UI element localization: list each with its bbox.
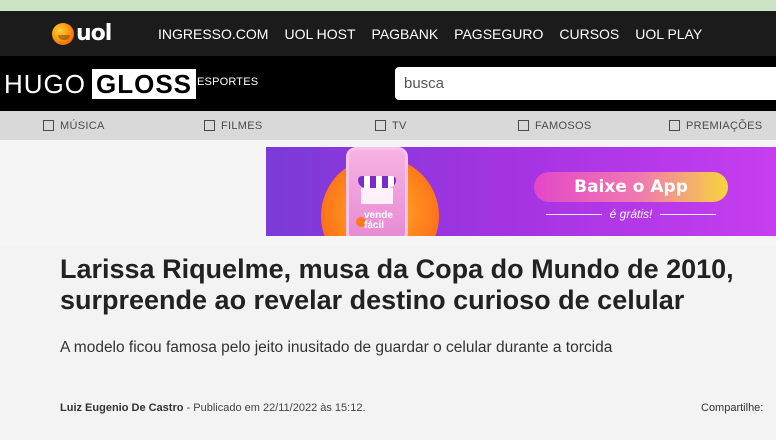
checkbox-icon (375, 120, 386, 131)
site-header: HUGO GLOSS ESPORTES busca (0, 56, 776, 111)
ad-free-label: é grátis! (609, 207, 653, 221)
author-link[interactable]: Luiz Eugenio De Castro (60, 402, 183, 414)
category-tv[interactable]: TV (375, 111, 407, 140)
category-label: FILMES (221, 119, 263, 132)
checkbox-icon (518, 120, 529, 131)
category-label: MÚSICA (60, 119, 105, 132)
site-logo-gloss: GLOSS (92, 69, 197, 99)
uol-sun-icon (52, 23, 74, 45)
category-label: PREMIAÇÕES (686, 119, 763, 132)
article-subheadline: A modelo ficou famosa pelo jeito inusita… (60, 339, 613, 356)
category-famosos[interactable]: FAMOSOS (518, 111, 592, 140)
category-label: FAMOSOS (535, 119, 592, 132)
category-label: TV (392, 119, 407, 132)
uol-link-pagseguro[interactable]: PAGSEGURO (454, 26, 543, 42)
divider (545, 213, 602, 215)
store-icon (361, 188, 393, 204)
uol-link-ingresso[interactable]: INGRESSO.COM (158, 26, 268, 42)
store-awning-icon (358, 176, 396, 188)
category-filmes[interactable]: FILMES (204, 111, 263, 140)
checkbox-icon (669, 120, 680, 131)
uol-link-cursos[interactable]: CURSOS (559, 26, 619, 42)
article: Larissa Riquelme, musa da Copa do Mundo … (0, 245, 776, 440)
ad-banner[interactable]: vende fácil Baixe o App é grátis! (266, 147, 776, 236)
article-headline: Larissa Riquelme, musa da Copa do Mundo … (60, 254, 734, 315)
download-app-button[interactable]: Baixe o App (534, 172, 728, 202)
ad-free-text: é grátis! (534, 207, 728, 221)
ad-zone: vende fácil Baixe o App é grátis! (0, 140, 776, 245)
uol-link-uol-play[interactable]: UOL PLAY (635, 26, 702, 42)
category-bar: MÚSICA FILMES TV FAMOSOS PREMIAÇÕES (0, 111, 776, 140)
search-input[interactable]: busca (395, 67, 776, 100)
uol-navigation-bar: uol INGRESSO.COM UOL HOST PAGBANK PAGSEG… (0, 11, 776, 56)
nav-link-esportes[interactable]: ESPORTES (197, 76, 258, 88)
publish-date: - Publicado em 22/11/2022 às 15:12. (183, 402, 366, 414)
article-byline: Luiz Eugenio De Castro - Publicado em 22… (60, 402, 366, 414)
site-logo[interactable]: HUGO GLOSS (4, 69, 197, 99)
site-logo-hugo: HUGO (4, 69, 86, 99)
share-label: Compartilhe: (701, 402, 764, 414)
checkbox-icon (43, 120, 54, 131)
category-musica[interactable]: MÚSICA (43, 111, 105, 140)
checkbox-icon (204, 120, 215, 131)
uol-logo-text: uol (76, 21, 112, 46)
browser-top-strip (0, 0, 776, 11)
category-premiacoes[interactable]: PREMIAÇÕES (669, 111, 762, 140)
uol-link-pagbank[interactable]: PAGBANK (372, 26, 439, 42)
divider (660, 213, 717, 215)
ad-brand: vende fácil (364, 210, 393, 231)
uol-link-uol-host[interactable]: UOL HOST (284, 26, 355, 42)
uol-links: INGRESSO.COM UOL HOST PAGBANK PAGSEGURO … (158, 11, 718, 56)
uol-logo[interactable]: uol (52, 21, 112, 46)
